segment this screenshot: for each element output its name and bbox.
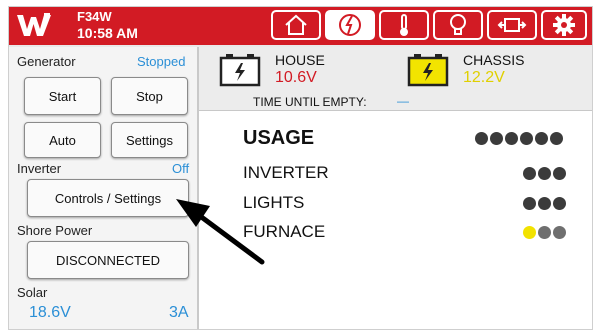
generator-stop-button[interactable]: Stop	[111, 77, 188, 115]
usage-panel: USAGE INVERTER LIGHTS FURNACE	[199, 111, 592, 329]
shore-power-label: Shore Power	[17, 223, 93, 238]
generator-status: Stopped	[137, 54, 186, 69]
usage-row-lights-indicator	[523, 197, 566, 210]
thermometer-icon	[397, 13, 411, 37]
house-battery-voltage: 10.6V	[275, 69, 317, 86]
model-name: F34W	[77, 9, 112, 24]
time-until-empty-label: TIME UNTIL EMPTY:	[253, 95, 367, 109]
inverter-status: Off	[172, 161, 190, 176]
generator-label: Generator	[17, 54, 76, 69]
usage-row-furnace-indicator	[523, 226, 566, 239]
tab-slide-outs[interactable]	[487, 10, 537, 40]
tab-lights[interactable]	[433, 10, 483, 40]
usage-dot	[523, 167, 536, 180]
usage-dot	[538, 226, 551, 239]
chassis-battery-icon	[407, 53, 449, 92]
usage-dot	[553, 197, 566, 210]
house-battery-name: HOUSE	[275, 52, 325, 68]
usage-row-furnace-label: FURNACE	[243, 222, 326, 241]
usage-row-inverter-label: INVERTER	[243, 163, 329, 182]
usage-dot	[550, 132, 563, 145]
inverter-controls-button[interactable]: Controls / Settings	[27, 179, 189, 217]
gear-icon	[553, 14, 575, 36]
usage-total-indicator	[475, 132, 563, 145]
brand-logo	[17, 11, 51, 39]
usage-dot-active	[523, 226, 536, 239]
usage-row-lights-label: LIGHTS	[243, 193, 305, 212]
home-icon	[284, 14, 308, 36]
usage-dot	[505, 132, 518, 145]
chassis-battery-voltage: 12.2V	[463, 69, 505, 86]
generator-settings-button[interactable]: Settings	[111, 122, 188, 158]
usage-dot	[520, 132, 533, 145]
usage-row-inverter-indicator	[523, 167, 566, 180]
solar-label: Solar	[17, 285, 48, 300]
status-panel: HOUSE 10.6V CHASSIS 12.2V TIME UNTIL EMP…	[199, 47, 592, 329]
lightbulb-icon	[449, 13, 467, 37]
usage-dot	[553, 167, 566, 180]
inverter-label: Inverter	[17, 161, 62, 176]
solar-voltage: 18.6V	[29, 304, 71, 321]
usage-dot	[535, 132, 548, 145]
tab-settings[interactable]	[541, 10, 587, 40]
usage-dot	[538, 197, 551, 210]
power-icon	[337, 12, 363, 38]
usage-dot	[475, 132, 488, 145]
solar-current: 3A	[169, 304, 189, 321]
usage-title: USAGE	[243, 127, 315, 149]
usage-dot	[523, 197, 536, 210]
clock-time: 10:58 AM	[77, 25, 138, 41]
generator-start-button[interactable]: Start	[24, 77, 101, 115]
usage-dot	[553, 226, 566, 239]
power-control-panel: Generator Stopped Start Stop Auto Settin…	[9, 47, 199, 329]
time-until-empty-value: —	[397, 94, 409, 108]
tab-power[interactable]	[325, 10, 375, 40]
tab-climate[interactable]	[379, 10, 429, 40]
usage-dot	[490, 132, 503, 145]
chassis-battery-name: CHASSIS	[463, 52, 525, 68]
shore-power-status-button[interactable]: DISCONNECTED	[27, 241, 189, 279]
header-bar: F34W 10:58 AM	[9, 7, 592, 45]
slide-out-icon	[497, 15, 527, 35]
usage-dot	[538, 167, 551, 180]
tab-home[interactable]	[271, 10, 321, 40]
generator-auto-button[interactable]: Auto	[24, 122, 101, 158]
control-panel-screen: F34W 10:58 AM Generator Stopped Start St…	[8, 6, 593, 330]
battery-status-bar: HOUSE 10.6V CHASSIS 12.2V TIME UNTIL EMP…	[199, 47, 592, 111]
house-battery-icon	[219, 53, 261, 92]
